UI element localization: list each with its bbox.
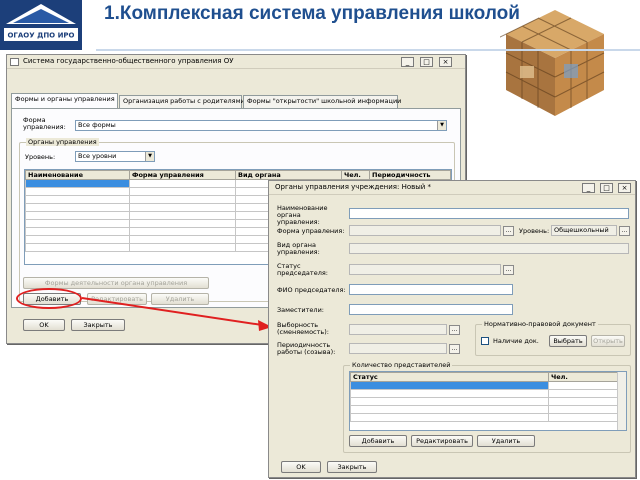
slide-header: ОГАОУ ДПО ИРО 1.Комплексная система упра… (0, 0, 640, 116)
dialog-window: Органы управления учреждения: Новый * _ … (268, 180, 636, 478)
col-count[interactable]: Чел. (341, 170, 370, 180)
dialog-level-ellipsis-button[interactable]: ... (619, 226, 630, 236)
members-edit-button[interactable]: Редактировать (411, 435, 473, 447)
dialog-form-ellipsis-button[interactable]: ... (503, 226, 514, 236)
table-row[interactable] (350, 413, 626, 422)
deputies-label: Заместители: (277, 306, 324, 314)
doc-checkbox[interactable] (481, 337, 489, 345)
status-label: Статус председателя: (277, 262, 328, 277)
members-table[interactable]: Статус Чел. (349, 371, 627, 431)
ok-button[interactable]: OK (23, 319, 65, 331)
table-row[interactable] (350, 389, 626, 398)
tab-forms-bodies[interactable]: Формы и органы управления (11, 93, 118, 108)
dialog-minimize-button[interactable]: _ (582, 183, 595, 193)
name-input[interactable] (349, 208, 629, 219)
table-header-row: Наименование Форма управления Вид органа… (25, 170, 451, 180)
chair-input[interactable] (349, 284, 513, 295)
members-scrollbar[interactable] (617, 372, 626, 430)
main-titlebar: Система государственно-общественного упр… (7, 55, 465, 69)
members-delete-button[interactable]: Удалить (477, 435, 535, 447)
chevron-down-icon[interactable]: ▼ (437, 121, 446, 130)
dialog-form-input[interactable] (349, 225, 501, 236)
name-label: Наименование органа управления: (277, 204, 328, 226)
deputies-input[interactable] (349, 304, 513, 315)
logo-text: ОГАОУ ДПО ИРО (7, 32, 74, 40)
chevron-down-icon[interactable]: ▼ (145, 152, 154, 161)
status-ellipsis-button[interactable]: ... (503, 265, 514, 275)
iro-logo: ОГАОУ ДПО ИРО (0, 0, 82, 50)
bodies-group-title: Органы управления (26, 138, 99, 146)
status-input[interactable] (349, 264, 501, 275)
level-select-value: Все уровни (78, 152, 117, 160)
doc-group-title: Нормативно-правовой документ (482, 320, 598, 328)
kind-input[interactable] (349, 243, 629, 254)
doc-checkbox-label: Наличие док. (493, 337, 539, 345)
edit-button[interactable]: Редактировать (87, 293, 147, 305)
close-button[interactable]: × (439, 57, 452, 67)
dialog-level-value: Общешкольный (554, 226, 609, 234)
col-form[interactable]: Форма управления (129, 170, 236, 180)
members-add-button[interactable]: Добавить (349, 435, 407, 447)
level-label: Уровень: (25, 153, 56, 161)
col-status[interactable]: Статус (350, 372, 549, 382)
chair-label: ФИО председателя: (277, 286, 346, 294)
close-window-button[interactable]: Закрыть (71, 319, 125, 331)
form-select[interactable]: Все формы ▼ (75, 120, 447, 131)
kind-label: Вид органа управления: (277, 241, 320, 256)
period-ellipsis-button[interactable]: ... (449, 344, 460, 354)
slide-title: 1.Комплексная система управления школой (104, 3, 520, 24)
period-label: Периодичность работы (созыва): (277, 341, 336, 356)
header-divider (96, 49, 640, 51)
decorative-cube-image (500, 10, 605, 116)
app-icon (10, 58, 19, 66)
minimize-button[interactable]: _ (401, 57, 414, 67)
doc-select-button[interactable]: Выбрать (549, 335, 587, 347)
table-row[interactable] (350, 381, 626, 390)
col-kind[interactable]: Вид органа (235, 170, 342, 180)
level-select[interactable]: Все уровни ▼ (75, 151, 155, 162)
members-header-row: Статус Чел. (350, 372, 626, 382)
elect-input[interactable] (349, 324, 447, 335)
dialog-maximize-button[interactable]: □ (600, 183, 613, 193)
add-button-highlight (16, 288, 82, 309)
main-window-title: Система государственно-общественного упр… (23, 57, 234, 65)
members-group-title: Количество представителей (350, 361, 453, 369)
col-period[interactable]: Периодичность (369, 170, 451, 180)
elect-label: Выборность (сменяемость): (277, 321, 329, 336)
form-label: Форма управления: (23, 116, 66, 131)
dialog-level-input[interactable]: Общешкольный (551, 225, 617, 236)
col-members-count[interactable]: Чел. (548, 372, 626, 382)
dialog-ok-button[interactable]: OK (281, 461, 321, 473)
dialog-form-label: Форма управления: (277, 227, 345, 235)
table-row[interactable] (350, 405, 626, 414)
tab-openness[interactable]: Формы "открытости" школьной информации (243, 95, 401, 108)
dialog-title: Органы управления учреждения: Новый * (275, 183, 432, 191)
form-select-value: Все формы (78, 121, 116, 129)
maximize-button[interactable]: □ (420, 57, 433, 67)
dialog-level-label: Уровень: (519, 227, 550, 235)
dialog-close-button[interactable]: × (618, 183, 631, 193)
table-row[interactable] (350, 397, 626, 406)
dialog-close-window-button[interactable]: Закрыть (327, 461, 377, 473)
period-input[interactable] (349, 343, 447, 354)
delete-button[interactable]: Удалить (151, 293, 209, 305)
doc-open-button[interactable]: Открыть (591, 335, 625, 347)
elect-ellipsis-button[interactable]: ... (449, 325, 460, 335)
dialog-titlebar: Органы управления учреждения: Новый * _ … (269, 181, 635, 195)
tab-parents[interactable]: Организация работы с родителями (119, 95, 245, 108)
col-name[interactable]: Наименование (25, 170, 130, 180)
